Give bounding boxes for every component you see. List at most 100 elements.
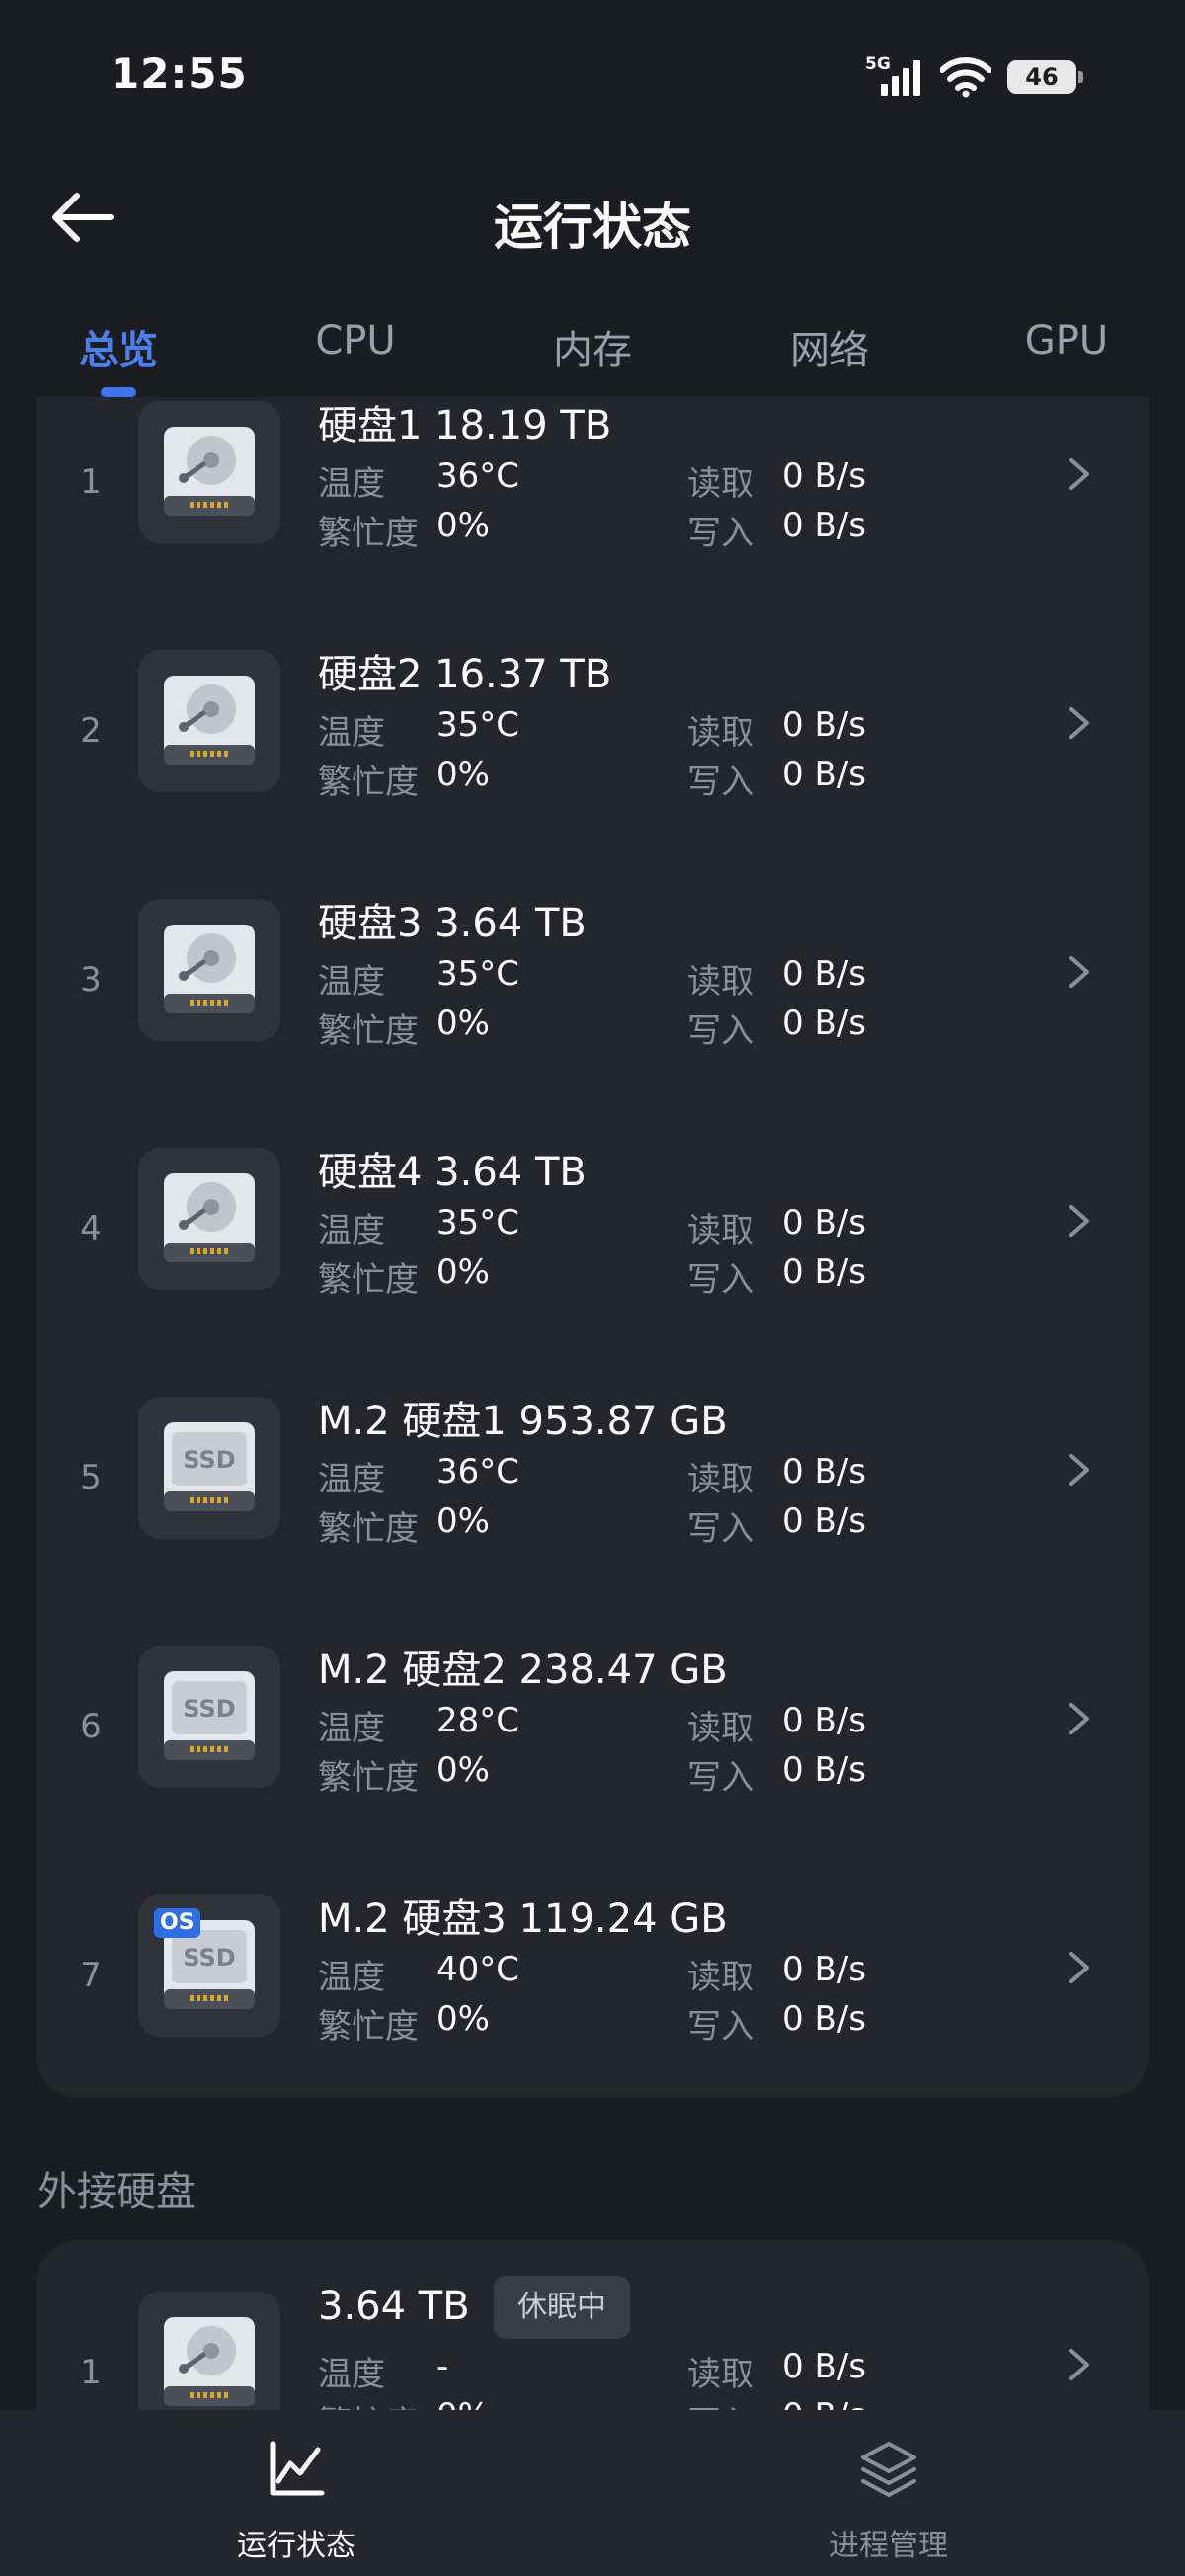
sleep-status-badge: 休眠中 <box>494 2276 630 2339</box>
hdd-icon <box>138 1148 280 1290</box>
external-disks-heading: 外接硬盘 <box>38 2169 196 2214</box>
disk-list-card: 1 硬盘1 18.19 TB 温度 36°C 繁忙度 0% 读取 0 B/s 写… <box>36 397 1149 2098</box>
read-label: 读取 <box>687 2355 754 2394</box>
battery-icon: 46 <box>1007 60 1083 94</box>
tab-gpu[interactable]: GPU <box>1025 318 1108 363</box>
ssd-icon: SSD <box>138 1646 280 1788</box>
disk-row[interactable]: 5 SSD M.2 硬盘1 953.87 GB 温度 36°C 繁忙度 0% 读… <box>36 1393 1149 1551</box>
disk-row[interactable]: 2 硬盘2 16.37 TB 温度 35°C 繁忙度 0% 读取 0 B/s 写… <box>36 646 1149 804</box>
disk-name: 3.64 TB <box>318 2284 470 2329</box>
temperature-value: 40°C <box>436 1950 520 1989</box>
busy-label: 繁忙度 <box>318 514 419 553</box>
read-value: 0 B/s <box>782 1203 866 1243</box>
write-label: 写入 <box>687 763 754 802</box>
battery-level: 46 <box>1025 63 1059 91</box>
chart-line-icon <box>270 2441 325 2496</box>
chevron-right-icon[interactable] <box>1066 456 1092 492</box>
disk-row[interactable]: 4 硬盘4 3.64 TB 温度 35°C 繁忙度 0% 读取 0 B/s 写入… <box>36 1144 1149 1302</box>
busy-label: 繁忙度 <box>318 1509 419 1549</box>
busy-value: 0% <box>436 1501 490 1541</box>
busy-value: 0% <box>436 1999 490 2039</box>
tab-overview[interactable]: 总览 <box>79 318 158 375</box>
read-value: 0 B/s <box>782 1701 866 1740</box>
disk-row[interactable]: 1 硬盘1 18.19 TB 温度 36°C 繁忙度 0% 读取 0 B/s 写… <box>36 397 1149 555</box>
disk-row[interactable]: 3 硬盘3 3.64 TB 温度 35°C 繁忙度 0% 读取 0 B/s 写入… <box>36 895 1149 1053</box>
ssd-icon: SSD <box>138 1397 280 1539</box>
chevron-right-icon[interactable] <box>1066 705 1092 741</box>
tab-network[interactable]: 网络 <box>790 318 869 375</box>
chevron-right-icon[interactable] <box>1066 1452 1092 1488</box>
nav-run-status[interactable]: 运行状态 <box>0 2410 592 2576</box>
chevron-right-icon[interactable] <box>1066 1203 1092 1239</box>
write-label: 写入 <box>687 514 754 553</box>
chevron-right-icon[interactable] <box>1066 1950 1092 1985</box>
chevron-right-icon[interactable] <box>1066 2347 1092 2382</box>
temperature-label: 温度 <box>318 1460 385 1499</box>
wifi-icon <box>940 57 991 98</box>
app-header: 运行状态 <box>0 178 1185 257</box>
ssd-os-icon: SSD OS <box>138 1894 280 2037</box>
nav-process-manager[interactable]: 进程管理 <box>592 2410 1185 2576</box>
temperature-label: 温度 <box>318 962 385 1002</box>
read-label: 读取 <box>687 1958 754 1997</box>
temperature-label: 温度 <box>318 464 385 504</box>
temperature-value: 35°C <box>436 954 520 994</box>
disk-row[interactable]: 6 SSD M.2 硬盘2 238.47 GB 温度 28°C 繁忙度 0% 读… <box>36 1642 1149 1800</box>
hdd-icon <box>138 401 280 543</box>
temperature-label: 温度 <box>318 2355 385 2394</box>
tab-bar: 总览 CPU 内存 网络 GPU <box>0 296 1185 397</box>
read-label: 读取 <box>687 713 754 753</box>
busy-label: 繁忙度 <box>318 763 419 802</box>
write-label: 写入 <box>687 1509 754 1549</box>
page-title: 运行状态 <box>494 199 691 256</box>
busy-value: 0% <box>436 506 490 545</box>
temperature-value: 28°C <box>436 1701 520 1740</box>
write-label: 写入 <box>687 1260 754 1300</box>
bottom-navigation: 运行状态 进程管理 <box>0 2410 1185 2576</box>
busy-value: 0% <box>436 1252 490 1292</box>
status-bar: 12:55 5G 46 <box>0 0 1185 148</box>
write-value: 0 B/s <box>782 1004 866 1043</box>
read-label: 读取 <box>687 962 754 1002</box>
disk-name: 硬盘2 16.37 TB <box>318 652 612 697</box>
disk-name: M.2 硬盘2 238.47 GB <box>318 1648 728 1693</box>
chevron-right-icon[interactable] <box>1066 954 1092 990</box>
ssd-icon-label: SSD <box>183 1944 235 1972</box>
hdd-icon <box>138 650 280 792</box>
temperature-label: 温度 <box>318 713 385 753</box>
status-time: 12:55 <box>111 49 248 98</box>
status-icons: 5G 46 <box>865 49 1083 105</box>
disk-name: M.2 硬盘3 119.24 GB <box>318 1896 728 1942</box>
read-value: 0 B/s <box>782 705 866 745</box>
disk-index: 4 <box>80 1209 102 1248</box>
read-label: 读取 <box>687 1709 754 1748</box>
write-value: 0 B/s <box>782 1501 866 1541</box>
chevron-right-icon[interactable] <box>1066 1701 1092 1736</box>
disk-index: 2 <box>80 711 102 751</box>
busy-value: 0% <box>436 1750 490 1790</box>
os-badge: OS <box>154 1908 200 1938</box>
cellular-signal-icon: 5G <box>865 54 924 100</box>
layers-icon <box>861 2442 916 2497</box>
write-label: 写入 <box>687 1758 754 1798</box>
busy-label: 繁忙度 <box>318 1011 419 1051</box>
disk-index: 6 <box>80 1707 102 1746</box>
disk-index: 7 <box>80 1956 102 1995</box>
read-label: 读取 <box>687 1460 754 1499</box>
disk-row[interactable]: 7 SSD OS M.2 硬盘3 119.24 GB 温度 40°C 繁忙度 0… <box>36 1891 1149 2049</box>
busy-value: 0% <box>436 1004 490 1043</box>
ssd-icon-label: SSD <box>183 1695 235 1723</box>
temperature-label: 温度 <box>318 1211 385 1250</box>
tab-cpu[interactable]: CPU <box>315 318 395 363</box>
write-value: 0 B/s <box>782 1750 866 1790</box>
disk-index: 3 <box>80 960 102 1000</box>
nav-process-manager-label: 进程管理 <box>830 2529 948 2563</box>
read-value: 0 B/s <box>782 954 866 994</box>
read-label: 读取 <box>687 464 754 504</box>
tab-memory[interactable]: 内存 <box>553 318 632 375</box>
disk-name: 硬盘3 3.64 TB <box>318 901 587 946</box>
temperature-label: 温度 <box>318 1958 385 1997</box>
disk-name: 硬盘1 18.19 TB <box>318 403 612 448</box>
busy-value: 0% <box>436 755 490 794</box>
disk-index: 1 <box>80 2353 102 2392</box>
